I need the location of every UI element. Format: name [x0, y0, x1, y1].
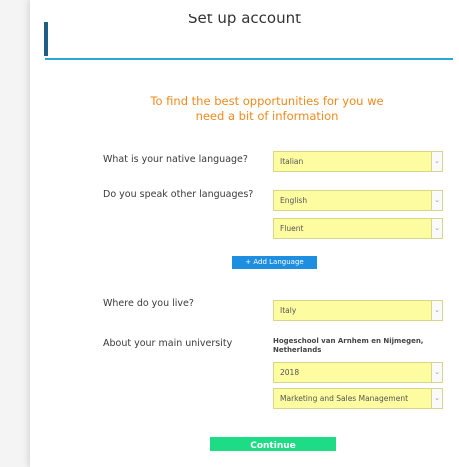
- add-language-button[interactable]: + Add Language: [232, 256, 317, 269]
- chevron-down-icon: ⌄: [431, 219, 442, 238]
- graduation-year-value: 2018: [280, 368, 300, 377]
- chevron-down-icon: ⌄: [431, 152, 442, 171]
- chevron-down-icon: ⌄: [431, 363, 442, 382]
- residence-select[interactable]: Italy ⌄: [273, 300, 443, 321]
- residence-value: Italy: [280, 306, 297, 315]
- setup-account-card: Set up account To find the best opportun…: [30, 0, 459, 467]
- program-value: Marketing and Sales Management: [280, 394, 409, 403]
- native-language-label: What is your native language?: [103, 154, 248, 165]
- chevron-down-icon: ⌄: [431, 389, 442, 408]
- language-level-value: Fluent: [280, 224, 304, 233]
- native-language-select[interactable]: Italian ⌄: [273, 151, 443, 172]
- chevron-down-icon: ⌄: [431, 301, 442, 320]
- graduation-year-select[interactable]: 2018 ⌄: [273, 362, 443, 383]
- university-name: Hogeschool van Arnhem en Nijmegen, Nethe…: [273, 337, 424, 354]
- native-language-value: Italian: [280, 157, 304, 166]
- language-level-select[interactable]: Fluent ⌄: [273, 218, 443, 239]
- other-language-select[interactable]: English ⌄: [273, 190, 443, 211]
- header-divider: [45, 58, 453, 60]
- program-select[interactable]: Marketing and Sales Management ⌄: [273, 388, 443, 409]
- residence-label: Where do you live?: [103, 298, 194, 309]
- chevron-down-icon: ⌄: [431, 191, 442, 210]
- page-title: Set up account: [188, 14, 301, 27]
- university-label: About your main university: [103, 338, 233, 349]
- other-language-value: English: [280, 196, 308, 205]
- continue-button[interactable]: Continue: [210, 437, 336, 451]
- intro-text: To find the best opportunities for you w…: [150, 94, 384, 123]
- other-languages-label: Do you speak other languages?: [103, 189, 254, 200]
